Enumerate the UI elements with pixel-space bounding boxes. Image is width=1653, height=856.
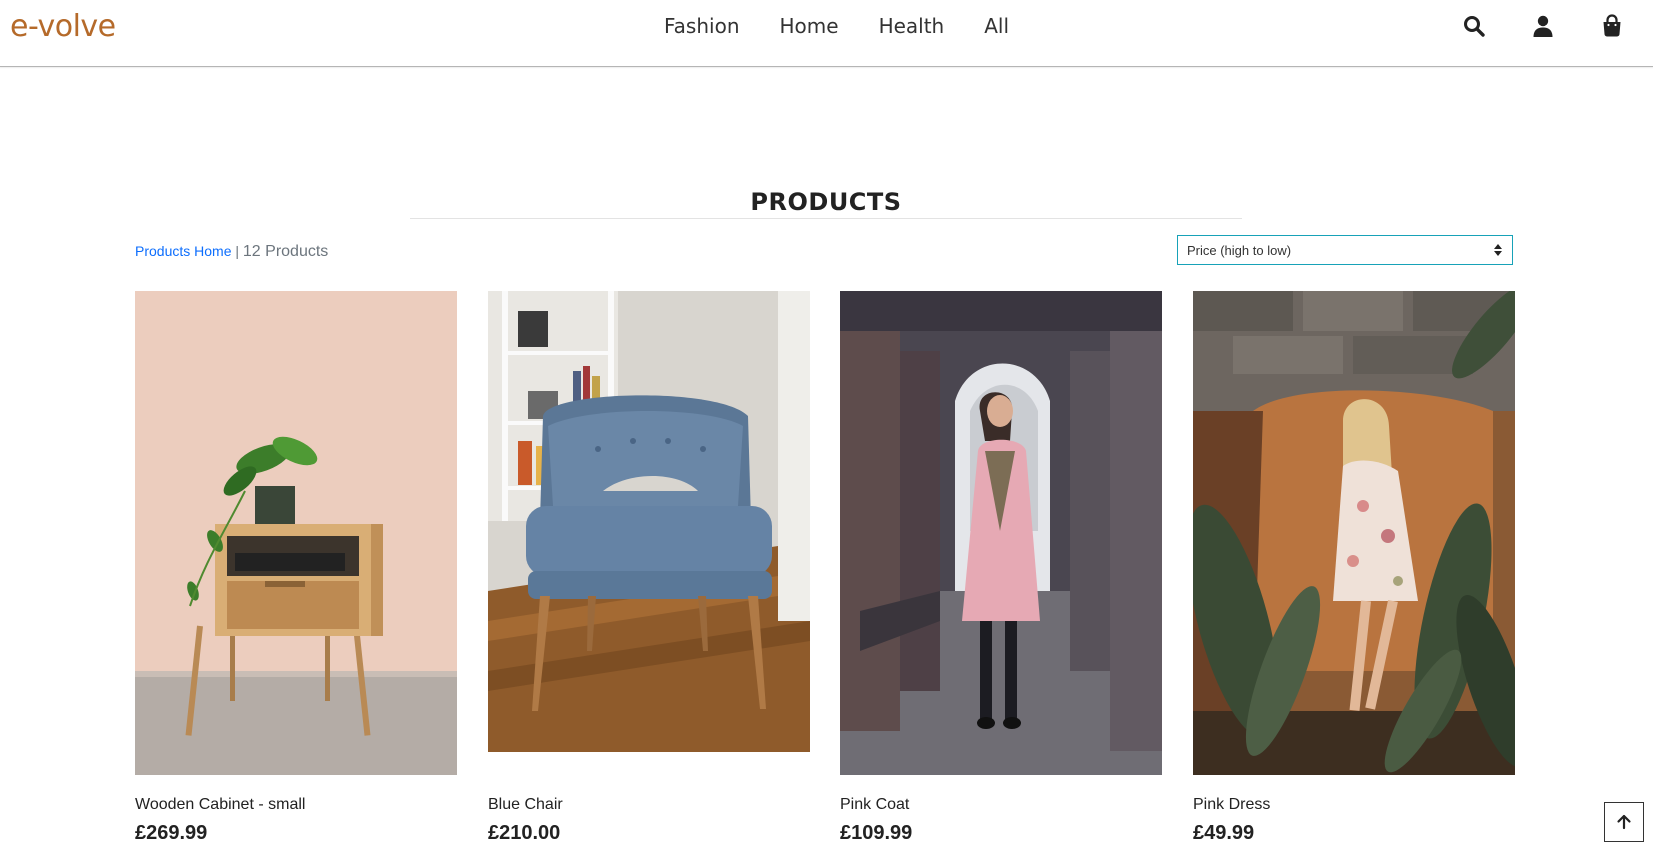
product-card[interactable]: Pink Dress £49.99 [1193, 291, 1515, 844]
product-price: £210.00 [488, 822, 561, 844]
user-icon[interactable] [1531, 14, 1555, 38]
sort-caret-icon [1494, 244, 1502, 256]
arrow-up-icon [1617, 814, 1631, 830]
product-image[interactable] [135, 291, 457, 775]
nav-icon-group [0, 14, 1653, 38]
product-card[interactable]: Blue Chair £210.00 [488, 291, 810, 844]
product-price: £109.99 [840, 822, 913, 844]
breadcrumb-separator: | [235, 243, 240, 259]
search-icon[interactable] [1462, 14, 1486, 38]
back-to-top-button[interactable] [1604, 802, 1644, 842]
breadcrumb: Products Home | 12 Products [135, 243, 328, 261]
sort-selected-value: Price (high to low) [1187, 243, 1292, 258]
product-price: £49.99 [1193, 822, 1255, 844]
product-image[interactable] [488, 291, 810, 752]
page-title: PRODUCTS [750, 188, 902, 217]
shopping-bag-icon[interactable] [1600, 14, 1624, 38]
product-name[interactable]: Pink Coat [840, 796, 909, 814]
top-navbar: e-volve Fashion Home Health All [0, 0, 1653, 67]
product-name[interactable]: Blue Chair [488, 796, 563, 814]
product-count: 12 Products [242, 243, 329, 260]
product-price: £269.99 [135, 822, 208, 844]
product-card[interactable]: Pink Coat £109.99 [840, 291, 1162, 844]
product-image[interactable] [840, 291, 1162, 775]
breadcrumb-products-home-link[interactable]: Products Home [135, 243, 231, 259]
product-name[interactable]: Pink Dress [1193, 796, 1270, 814]
product-name[interactable]: Wooden Cabinet - small [135, 796, 305, 814]
sort-select[interactable]: Price (high to low) [1177, 235, 1513, 265]
title-divider [410, 218, 1242, 219]
product-image[interactable] [1193, 291, 1515, 775]
product-card[interactable]: Wooden Cabinet - small £269.99 [135, 291, 457, 844]
